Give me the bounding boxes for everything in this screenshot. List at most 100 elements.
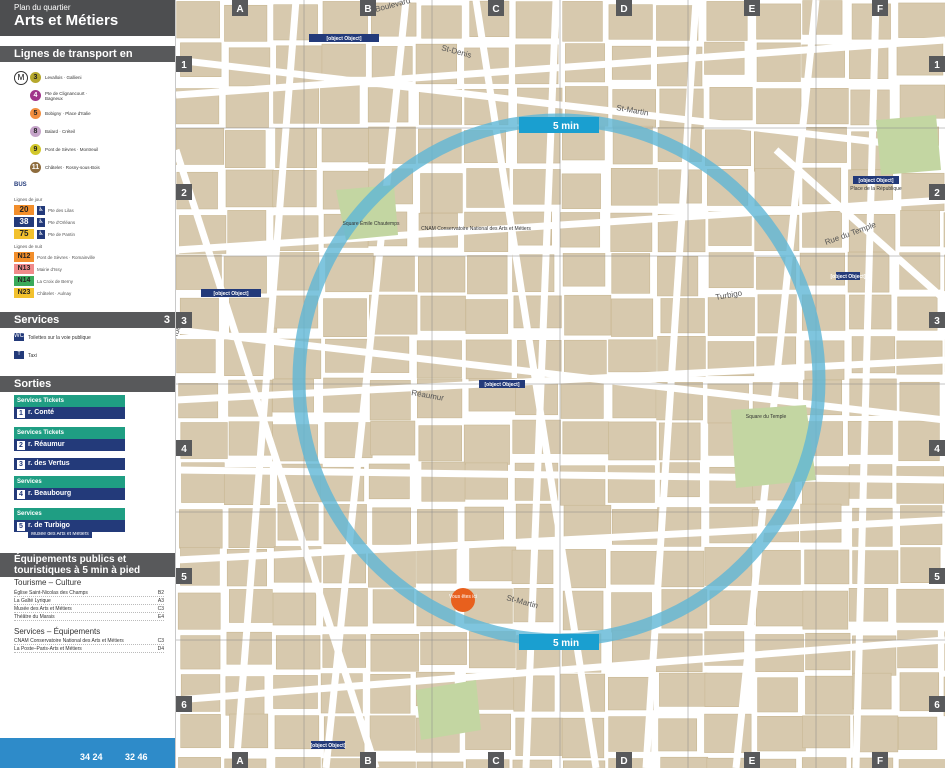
city-block	[416, 761, 464, 768]
city-block	[899, 84, 945, 119]
exit-number: 2	[17, 440, 25, 450]
city-block	[420, 295, 466, 331]
city-block	[176, 1, 220, 39]
metro-station-label[interactable]: [object Object]	[310, 741, 346, 749]
exit-number: 5	[17, 521, 25, 531]
city-block	[321, 128, 369, 163]
city-block	[469, 546, 517, 582]
exit-block: Services 5 r. de Turbigo	[14, 508, 125, 532]
city-block	[709, 590, 755, 625]
place-label: Place de la République	[850, 186, 902, 192]
taxi-icon: T	[14, 351, 24, 359]
metro-line-terminus: Bobigny · Place d'Italie	[45, 111, 91, 116]
city-block	[367, 87, 409, 123]
lines-header: Lignes de transport en commun	[0, 46, 175, 76]
city-block	[272, 592, 317, 626]
bus-terminus: Pte des Lilas	[48, 207, 74, 213]
poi-grid-ref: C3	[157, 606, 164, 612]
city-block	[660, 756, 709, 768]
poi-name: Musée des Arts et Métiers	[14, 606, 72, 612]
park-south	[416, 680, 481, 740]
exit-street: 1 r. Conté	[14, 407, 125, 419]
metro-station-label[interactable]: [object Object]	[201, 289, 261, 297]
column-label: E	[749, 756, 756, 767]
bus-day-row: 20 ♿ Pte des Lilas	[14, 205, 74, 215]
city-block	[372, 761, 416, 768]
place-label: Square Émile Chautemps	[343, 220, 400, 227]
bus-terminus: Châtelet · Aulnay	[37, 290, 72, 296]
station-name: [object Object]	[326, 36, 361, 42]
column-label: F	[877, 4, 883, 15]
page-subtitle: Plan du quartier	[14, 3, 71, 12]
row-label: 4	[181, 444, 187, 455]
metro-line-badge: 8	[30, 126, 41, 137]
city-block	[561, 717, 605, 759]
city-block	[709, 87, 753, 121]
poi-grid-ref: C3	[157, 638, 164, 644]
column-label: E	[749, 4, 756, 15]
city-block	[180, 635, 221, 670]
bus-terminus: Pont de Sèvres · Romainville	[37, 254, 96, 260]
metro-line-badge: 11	[30, 162, 41, 173]
bus-terminus: Mairie d'Issy	[37, 266, 62, 272]
city-block	[513, 169, 561, 205]
place-label: CNAM Conservatoire National des Arts et …	[421, 226, 531, 232]
footer-bar: 34 24 32 46	[0, 738, 175, 768]
exit-services: Services	[14, 508, 125, 520]
page-title: Arts et Métiers	[14, 12, 119, 29]
city-block	[611, 253, 651, 294]
exit-street: 3 r. des Vertus	[14, 458, 125, 470]
city-block	[420, 173, 463, 214]
city-block	[658, 718, 698, 752]
metro-station-label[interactable]: [object Object]	[853, 176, 899, 184]
city-block	[659, 672, 708, 707]
row-label: 6	[181, 700, 187, 711]
metro-line-terminus: Pont de Sèvres · Montreuil	[45, 147, 99, 152]
row-label: 4	[934, 444, 940, 455]
metro-station-label[interactable]: [object Object]	[479, 380, 525, 388]
city-block	[897, 716, 938, 750]
poi-grid-ref: A3	[157, 598, 164, 604]
bus-label: BUS	[14, 182, 27, 188]
metro-station-label[interactable]: [object Object]	[309, 34, 379, 42]
row-label: 5	[934, 572, 940, 583]
city-block	[273, 85, 320, 124]
city-block	[564, 294, 612, 336]
city-block	[801, 757, 847, 768]
metro-station-label[interactable]: [object Object]	[830, 272, 866, 280]
city-block	[223, 256, 267, 294]
city-block	[420, 632, 467, 665]
bus-night-row: N12 Pont de Sèvres · Romainville	[14, 252, 95, 262]
metro-line-row: 5 Bobigny · Place d'Italie	[30, 108, 105, 119]
metro-line-badge: 5	[30, 108, 41, 119]
bus-night-label: Lignes de nuit	[14, 244, 43, 249]
station-name: [object Object]	[830, 274, 865, 280]
toilet-icon: WC	[14, 333, 24, 341]
service-item: CNAM Conservatoire National des Arts et …	[14, 638, 164, 645]
city-block	[608, 339, 657, 373]
column-label: D	[620, 756, 627, 767]
tourism-header: Tourisme – Culture	[14, 578, 82, 587]
city-block	[467, 255, 508, 295]
city-block	[560, 212, 601, 248]
walk-title: Équipements publics et touristiques à 5 …	[14, 554, 141, 576]
city-block	[897, 630, 938, 669]
city-block	[705, 129, 752, 167]
city-block	[465, 339, 512, 380]
you-are-here-pin	[451, 588, 475, 612]
walk-label-top: 5 min	[553, 121, 579, 132]
bus-night-row: N14 La Croix de Berny	[14, 276, 73, 286]
city-block	[560, 378, 604, 419]
exits-header-label: Sorties	[14, 378, 52, 390]
neighborhood-map[interactable]: 5 min 5 min BoulevardSt-DenisSt-MartinRu…	[176, 0, 945, 768]
city-block	[899, 252, 941, 290]
city-block	[176, 339, 216, 374]
exit-services: Services	[14, 476, 125, 488]
phone-b: 32 46	[125, 752, 148, 762]
bus-line-badge: 38	[14, 217, 34, 227]
city-block	[563, 504, 612, 538]
metro-line-badge: 3	[30, 72, 41, 83]
metro-line-row: 9 Pont de Sèvres · Montreuil	[30, 144, 105, 155]
city-block	[369, 715, 416, 751]
city-block	[561, 173, 601, 209]
